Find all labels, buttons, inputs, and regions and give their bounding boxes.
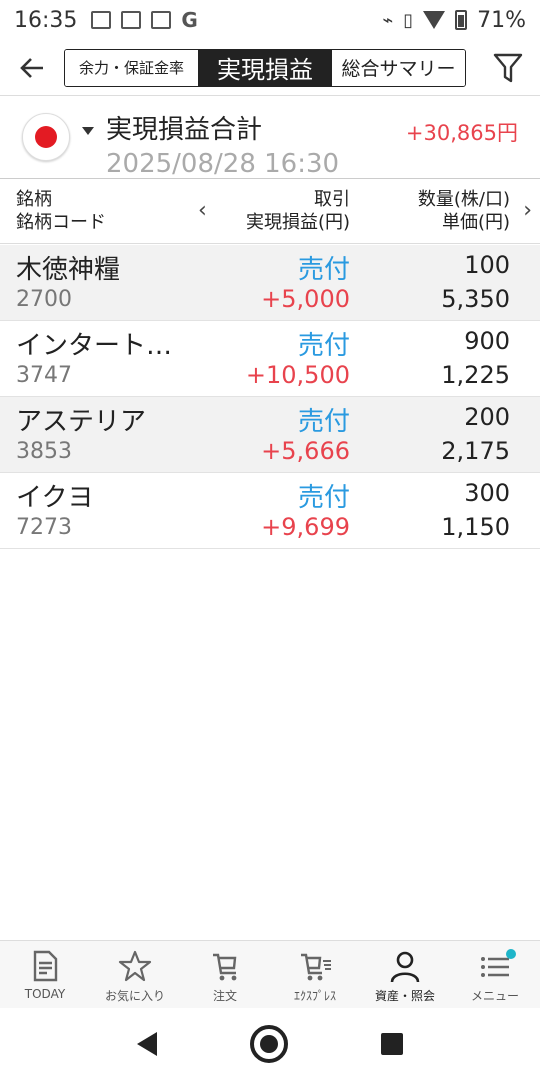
col-price-label: 単価(円): [441, 212, 510, 233]
nav-express[interactable]: ｴｸｽﾌﾟﾚｽ: [270, 941, 360, 1008]
table-row[interactable]: イクヨ 7273 売付 +9,699 300 1,150: [0, 473, 540, 549]
realized-pnl: +5,666: [261, 437, 350, 465]
status-bar: 16:35 G ⌁ ▯ 71%: [0, 0, 540, 40]
stock-code: 3747: [16, 363, 72, 388]
tab-realized-pnl[interactable]: 実現損益: [198, 49, 332, 86]
realized-pnl: +9,699: [261, 513, 350, 541]
stock-name: 木徳神糧: [16, 255, 121, 285]
col-qty-label: 数量(株/口): [417, 189, 510, 210]
person-icon: [390, 951, 420, 983]
trade-type: 売付: [297, 483, 350, 513]
app-header: 余力・保証金率 実現損益 総合サマリー: [0, 40, 540, 96]
pnl-list: 木徳神糧 2700 売付 +5,000 100 5,350 インタートレード 3…: [0, 245, 540, 549]
tools-icon: [121, 11, 142, 29]
trade-type: 売付: [297, 255, 350, 285]
col-code-label: 銘柄コード: [16, 212, 106, 233]
stock-name: インタートレード: [16, 331, 191, 361]
back-arrow-icon: [20, 57, 43, 78]
google-icon: G: [181, 8, 198, 32]
col-pnl-label: 実現損益(円): [245, 212, 350, 233]
quantity: 200: [464, 403, 510, 431]
unit-price: 1,225: [441, 361, 510, 389]
column-header: 銘柄 銘柄コード ‹ 取引 実現損益(円) 数量(株/口) 単価(円) ›: [0, 180, 540, 244]
summary-total: +30,865円: [405, 121, 518, 145]
tab-summary[interactable]: 総合サマリー: [332, 49, 465, 86]
realized-pnl: +5,000: [261, 285, 350, 313]
stock-code: 2700: [16, 287, 72, 312]
system-back-icon[interactable]: [136, 1032, 157, 1056]
summary-timestamp: 2025/08/28 16:30: [106, 149, 340, 179]
chevron-left-icon[interactable]: ‹: [198, 198, 207, 223]
bottom-nav: TODAY お気に入り 注文 ｴｸｽﾌﾟﾚｽ 資産・照会 メニュー: [0, 940, 540, 1008]
calendar-icon: [151, 11, 172, 29]
document-icon: [33, 950, 58, 982]
star-icon: [118, 950, 152, 982]
stock-code: 3853: [16, 439, 72, 464]
stock-name: アステリア: [16, 407, 147, 437]
vibrate-icon: ▯: [403, 9, 414, 31]
col-name-label: 銘柄: [16, 189, 52, 210]
wifi-icon: [423, 11, 446, 29]
stock-code: 7273: [16, 515, 72, 540]
pnl-summary: 実現損益合計 +30,865円 2025/08/28 16:30: [0, 97, 540, 179]
dropdown-caret-icon[interactable]: [82, 127, 94, 135]
summary-title: 実現損益合計: [106, 115, 263, 145]
table-row[interactable]: インタートレード 3747 売付 +10,500 900 1,225: [0, 321, 540, 397]
japan-flag-icon[interactable]: [22, 113, 70, 161]
cart-icon: [213, 953, 237, 981]
stock-name: イクヨ: [16, 483, 94, 513]
trade-type: 売付: [297, 407, 350, 437]
unit-price: 1,150: [441, 513, 510, 541]
table-row[interactable]: 木徳神糧 2700 売付 +5,000 100 5,350: [0, 245, 540, 321]
express-cart-icon: [301, 953, 331, 981]
nav-menu[interactable]: メニュー: [450, 941, 540, 1008]
col-name-header: 銘柄 銘柄コード: [16, 188, 106, 234]
battery-percent: 71%: [477, 7, 526, 33]
nav-label: メニュー: [470, 989, 519, 1003]
col-trade-header: 取引 実現損益(円): [246, 188, 350, 234]
quantity: 900: [464, 327, 510, 355]
table-row[interactable]: アステリア 3853 売付 +5,666 200 2,175: [0, 397, 540, 473]
unit-price: 2,175: [441, 437, 510, 465]
nav-label: TODAY: [24, 987, 66, 1001]
notification-dot: [506, 949, 516, 959]
nav-label: ｴｸｽﾌﾟﾚｽ: [293, 989, 336, 1003]
tab-margin[interactable]: 余力・保証金率: [65, 49, 198, 86]
tab-bar: 余力・保証金率 実現損益 総合サマリー: [64, 48, 466, 87]
nav-order[interactable]: 注文: [180, 941, 270, 1008]
status-right: ⌁ ▯ 71%: [382, 8, 526, 33]
mail-icon: [91, 11, 112, 29]
filter-icon: [493, 53, 523, 82]
col-trade-label: 取引: [314, 189, 350, 210]
status-time: 16:35: [14, 7, 78, 33]
filter-button[interactable]: [476, 40, 540, 96]
quantity: 100: [464, 251, 510, 279]
nav-today[interactable]: TODAY: [0, 941, 90, 1008]
nav-label: 資産・照会: [374, 989, 435, 1003]
system-home-icon[interactable]: [249, 1025, 288, 1063]
nfc-icon: ⌁: [382, 9, 394, 31]
battery-icon: [455, 10, 468, 30]
trade-type: 売付: [297, 331, 350, 361]
notification-icons: G: [91, 8, 198, 32]
back-button[interactable]: [0, 40, 64, 96]
system-nav-bar: [0, 1008, 540, 1080]
nav-assets[interactable]: 資産・照会: [360, 941, 450, 1008]
nav-favorites[interactable]: お気に入り: [90, 941, 180, 1008]
nav-label: 注文: [212, 989, 237, 1003]
unit-price: 5,350: [441, 285, 510, 313]
chevron-right-icon[interactable]: ›: [523, 198, 532, 223]
system-recents-icon[interactable]: [381, 1033, 404, 1055]
realized-pnl: +10,500: [245, 361, 350, 389]
nav-label: お気に入り: [104, 989, 165, 1003]
quantity: 300: [464, 479, 510, 507]
col-qty-header: 数量(株/口) 単価(円): [418, 188, 510, 234]
